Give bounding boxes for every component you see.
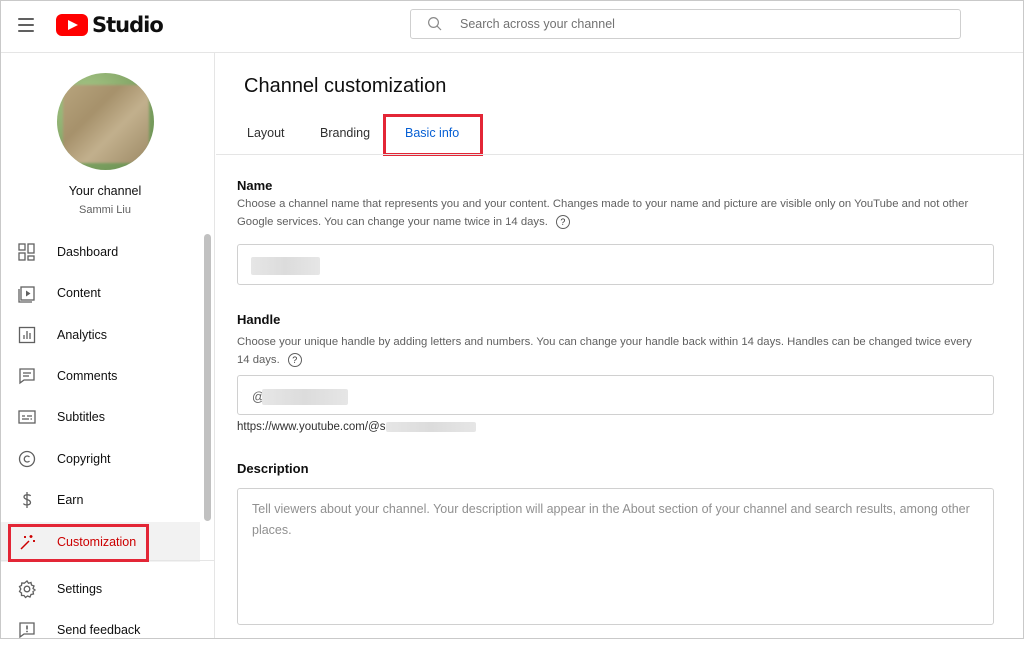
- description-textarea[interactable]: Tell viewers about your channel. Your de…: [237, 488, 994, 625]
- sidebar-item-label: Send feedback: [57, 623, 141, 637]
- channel-url[interactable]: https://www.youtube.com/@s: [237, 421, 477, 433]
- sidebar-item-analytics[interactable]: Analytics: [0, 315, 200, 355]
- description-placeholder: Tell viewers about your channel. Your de…: [252, 502, 970, 537]
- sidebar-item-content[interactable]: Content: [0, 273, 200, 313]
- sidebar-item-subtitles[interactable]: Subtitles: [0, 397, 200, 437]
- description-section-title: Description: [237, 461, 309, 476]
- handle-section-title: Handle: [237, 312, 281, 327]
- redacted-name-value: [251, 257, 320, 275]
- name-section-description: Choose a channel name that represents yo…: [237, 195, 977, 231]
- sidebar-item-settings[interactable]: Settings: [0, 569, 200, 609]
- tab-basic-info[interactable]: Basic info: [405, 126, 459, 140]
- copyright-icon: [18, 450, 36, 468]
- avatar-image-blurred: [63, 85, 149, 163]
- sidebar-divider: [0, 560, 214, 561]
- help-icon[interactable]: ?: [555, 215, 570, 230]
- handle-input[interactable]: @: [237, 375, 994, 415]
- sidebar-item-label: Comments: [57, 369, 118, 383]
- tab-branding[interactable]: Branding: [320, 126, 370, 140]
- sidebar: Your channel Sammi Liu Dashboard Content…: [0, 53, 215, 639]
- sidebar-scrollbar[interactable]: [204, 234, 211, 521]
- subtitles-icon: [18, 410, 36, 424]
- tab-layout[interactable]: Layout: [247, 126, 285, 140]
- sidebar-item-label: Earn: [57, 493, 84, 507]
- content-icon: [18, 286, 35, 303]
- help-icon[interactable]: ?: [287, 353, 302, 368]
- your-channel-label[interactable]: Your channel: [0, 184, 210, 198]
- sidebar-item-label: Dashboard: [57, 245, 119, 259]
- channel-avatar[interactable]: [57, 73, 154, 170]
- sidebar-item-label: Copyright: [57, 452, 111, 466]
- sidebar-item-label: Customization: [57, 535, 137, 549]
- sidebar-item-label: Settings: [57, 582, 103, 596]
- menu-icon[interactable]: [16, 14, 38, 36]
- youtube-play-icon: [56, 14, 88, 36]
- youtube-studio-logo[interactable]: Studio: [56, 12, 164, 38]
- feedback-icon: [19, 622, 35, 639]
- page-title: Channel customization: [244, 75, 447, 97]
- sidebar-item-label: Subtitles: [57, 410, 105, 424]
- name-section-title: Name: [237, 178, 273, 193]
- name-input[interactable]: [237, 244, 994, 285]
- channel-url-text: https://www.youtube.com/@s: [237, 421, 386, 433]
- search-bar[interactable]: Search across your channel: [410, 9, 961, 39]
- sidebar-item-dashboard[interactable]: Dashboard: [0, 232, 200, 272]
- logo-text: Studio: [92, 13, 164, 37]
- sidebar-item-customization[interactable]: Customization: [0, 522, 200, 562]
- search-input[interactable]: Search across your channel: [460, 17, 615, 31]
- sidebar-item-earn[interactable]: Earn: [0, 480, 200, 520]
- sidebar-item-label: Content: [57, 286, 101, 300]
- redacted-url-handle: [386, 421, 477, 432]
- earn-icon: [22, 492, 32, 508]
- search-icon: [428, 17, 442, 31]
- magic-wand-icon: [20, 535, 35, 550]
- comments-icon: [19, 368, 35, 385]
- sidebar-item-label: Analytics: [57, 328, 108, 342]
- name-description-text: Choose a channel name that represents yo…: [237, 198, 969, 228]
- gear-icon: [18, 580, 37, 599]
- analytics-icon: [18, 326, 36, 344]
- tabs-divider: [216, 154, 1024, 155]
- sidebar-item-send-feedback[interactable]: Send feedback: [0, 610, 200, 650]
- sidebar-item-comments[interactable]: Comments: [0, 356, 200, 396]
- sidebar-item-copyright[interactable]: Copyright: [0, 439, 200, 479]
- top-bar: Studio Search across your channel: [0, 0, 1024, 53]
- channel-owner-name: Sammi Liu: [79, 204, 131, 216]
- main-content: Channel customization Layout Branding Ba…: [216, 53, 1024, 639]
- dashboard-icon: [18, 243, 35, 261]
- redacted-handle-value: [262, 389, 348, 405]
- handle-description-text: Choose your unique handle by adding lett…: [237, 336, 972, 366]
- handle-section-description: Choose your unique handle by adding lett…: [237, 333, 977, 369]
